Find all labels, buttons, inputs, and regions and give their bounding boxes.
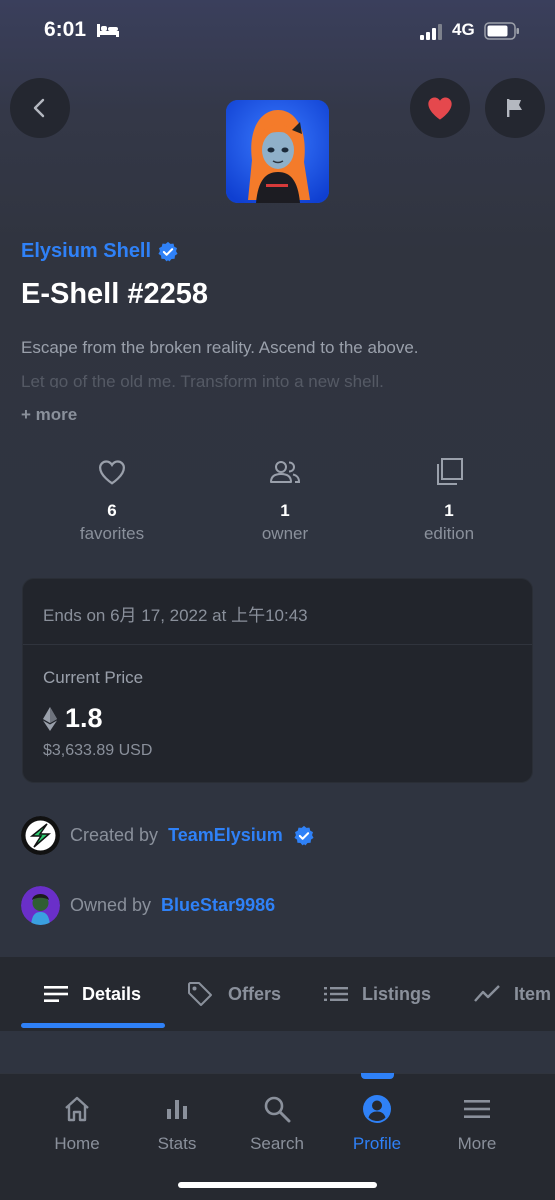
nav-home-label: Home — [54, 1134, 100, 1153]
heart-icon — [428, 97, 452, 120]
profile-icon — [363, 1095, 391, 1123]
detail-tabs: Details Offers Listings Item — [0, 957, 555, 1031]
card-divider — [23, 644, 532, 645]
tab-item-activity[interactable]: Item — [474, 957, 551, 1031]
creator-label: Created by — [70, 825, 159, 845]
status-bar: 6:01 4G — [0, 0, 555, 62]
tab-listings-label: Listings — [362, 983, 432, 1004]
nav-profile-label: Profile — [352, 1134, 402, 1153]
bottom-navigation: Home Stats Search Profile More — [0, 1073, 555, 1200]
status-time: 6:01 — [44, 18, 87, 41]
tab-item-label: Item — [514, 983, 552, 1004]
back-button[interactable] — [10, 78, 70, 138]
editions-count: 1 — [444, 501, 454, 520]
menu-lines-icon — [44, 986, 68, 1002]
active-tab-indicator — [21, 1023, 165, 1028]
network-type: 4G — [452, 20, 475, 39]
nav-profile[interactable]: Profile — [332, 1092, 422, 1154]
search-icon — [264, 1096, 291, 1123]
owner-row[interactable]: Owned by BlueStar9986 — [21, 886, 275, 925]
nav-more[interactable]: More — [432, 1092, 522, 1154]
creator-avatar — [21, 816, 60, 855]
stat-owners[interactable]: 1 owner — [215, 455, 355, 544]
sale-end-time: Ends on 6月 17, 2022 at 上午10:43 — [43, 606, 308, 625]
creator-name[interactable]: TeamElysium — [168, 825, 283, 846]
more-link[interactable]: + more — [21, 405, 77, 425]
ethereum-icon — [43, 706, 57, 731]
collection-name: Elysium Shell — [21, 240, 152, 262]
tab-offers[interactable]: Offers — [186, 957, 281, 1031]
flag-icon — [507, 99, 522, 117]
people-icon — [270, 461, 301, 483]
chevron-left-icon — [33, 98, 45, 118]
price-usd: $3,633.89 USD — [43, 742, 153, 759]
nav-stats-label: Stats — [157, 1134, 197, 1153]
description-line-2: Let go of the old me. Transform into a n… — [21, 372, 384, 388]
battery-icon — [484, 22, 519, 40]
price-value: 1.8 — [65, 703, 103, 733]
signal-icon — [420, 24, 442, 40]
report-button[interactable] — [485, 78, 545, 138]
trend-line-icon — [474, 985, 500, 1002]
nft-title: E-Shell #2258 — [21, 278, 208, 310]
tab-details[interactable]: Details — [44, 957, 141, 1031]
list-icon — [324, 987, 348, 1001]
tab-listings[interactable]: Listings — [324, 957, 431, 1031]
stat-favorites[interactable]: 6 favorites — [42, 455, 182, 544]
owner-name[interactable]: BlueStar9986 — [161, 895, 275, 916]
owner-label: Owned by — [70, 895, 152, 915]
price-card: Ends on 6月 17, 2022 at 上午10:43 Current P… — [22, 578, 533, 783]
heart-outline-icon — [98, 460, 126, 485]
bed-icon — [97, 24, 119, 37]
verified-badge-icon — [158, 241, 178, 261]
verified-badge-icon — [294, 825, 314, 845]
nav-search[interactable]: Search — [232, 1092, 322, 1154]
tab-offers-label: Offers — [228, 983, 282, 1004]
hamburger-menu-icon — [464, 1100, 490, 1118]
description-line-1: Escape from the broken reality. Ascend t… — [21, 338, 419, 357]
nav-stats[interactable]: Stats — [132, 1092, 222, 1154]
current-price-label: Current Price — [43, 668, 144, 687]
copies-icon — [437, 458, 463, 485]
nav-more-label: More — [457, 1134, 497, 1153]
nav-home[interactable]: Home — [32, 1092, 122, 1154]
stat-editions[interactable]: 1 edition — [379, 455, 519, 544]
collection-link[interactable]: Elysium Shell — [21, 240, 179, 263]
nft-artwork — [226, 100, 329, 203]
favorites-label: favorites — [79, 524, 145, 543]
nav-search-label: Search — [250, 1134, 304, 1153]
bar-chart-icon — [167, 1100, 187, 1119]
nft-image[interactable] — [226, 100, 329, 203]
tab-details-label: Details — [82, 983, 142, 1004]
owner-avatar — [21, 886, 60, 925]
tag-icon — [188, 982, 212, 1006]
owners-label: owner — [261, 524, 309, 543]
owners-count: 1 — [280, 501, 290, 520]
editions-label: edition — [423, 524, 475, 543]
home-indicator — [178, 1182, 377, 1188]
active-nav-indicator — [361, 1073, 394, 1079]
favorite-button[interactable] — [410, 78, 470, 138]
home-icon — [65, 1096, 89, 1122]
creator-row[interactable]: Created by TeamElysium — [21, 816, 315, 855]
favorites-count: 6 — [107, 501, 117, 520]
